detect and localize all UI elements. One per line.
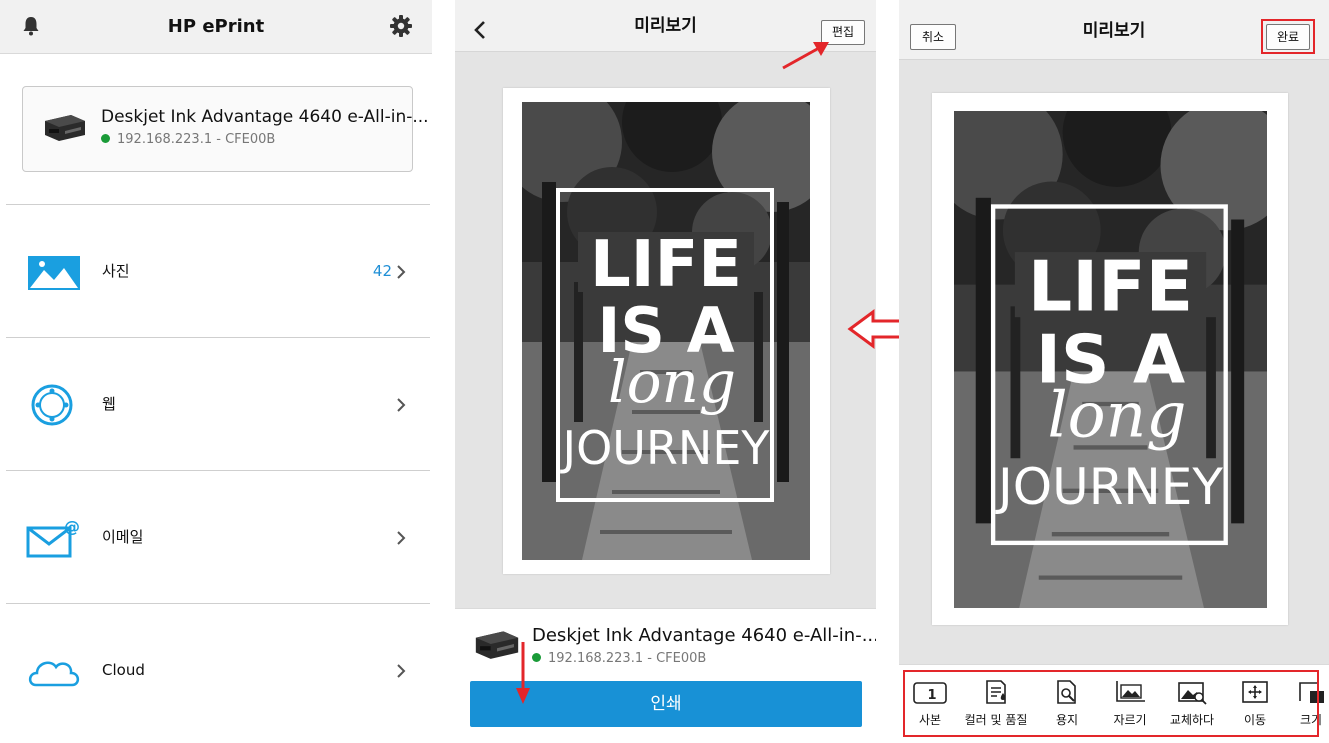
photo-count: 42 xyxy=(372,262,392,280)
menu-label-email: 이메일 xyxy=(102,528,144,546)
poster-photo: LIFE IS A long JOURNEY xyxy=(522,102,810,560)
menu-item-email[interactable]: @ 이메일 xyxy=(6,470,430,603)
poster-photo: LIFE IS A long JOURNEY xyxy=(954,111,1267,608)
poster-text-long: long xyxy=(608,348,736,416)
cloud-icon xyxy=(28,661,80,687)
app-title: HP ePrint xyxy=(167,16,265,37)
chevron-right-icon xyxy=(397,664,406,678)
menu-label-web: 웹 xyxy=(102,395,116,413)
email-icon: @ xyxy=(26,517,80,558)
gear-icon[interactable] xyxy=(390,15,412,37)
home-screen: HP ePrint Deskjet Ink Advantage 4640 e-A… xyxy=(0,0,432,743)
photo-icon xyxy=(28,256,80,290)
printer-name: Deskjet Ink Advantage 4640 e-All-in-... xyxy=(101,107,429,127)
web-globe-icon xyxy=(31,384,73,426)
toolbar-highlight xyxy=(903,670,1319,737)
edit-preview-page: LIFE IS A long JOURNEY xyxy=(932,93,1288,625)
preview-screen: 미리보기 편집 LIFE IS A long JOURNEY Deskjet I… xyxy=(455,0,876,743)
svg-text:@: @ xyxy=(64,517,80,536)
printer-status: 192.168.223.1 - CFE00B xyxy=(101,132,275,147)
menu-label-cloud: Cloud xyxy=(102,661,145,679)
chevron-right-icon xyxy=(397,531,406,545)
online-status-dot xyxy=(532,653,541,662)
edit-screen: 취소 미리보기 완료 LIFE IS A long JOURNEY 1 사본 컬… xyxy=(899,0,1329,743)
poster-text-long: long xyxy=(1048,379,1187,452)
printer-address: 192.168.223.1 - CFE00B xyxy=(117,132,276,147)
poster-image[interactable]: LIFE IS A long JOURNEY xyxy=(954,111,1267,608)
poster-text-life: LIFE xyxy=(1028,247,1193,328)
online-status-dot xyxy=(101,134,110,143)
print-preview-page: LIFE IS A long JOURNEY xyxy=(503,88,830,574)
annotation-arrow-icon xyxy=(782,42,829,70)
poster-image: LIFE IS A long JOURNEY xyxy=(522,102,810,560)
menu-item-photos[interactable]: 사진 42 xyxy=(6,204,430,337)
menu-item-cloud[interactable]: Cloud xyxy=(6,603,430,736)
menu-label-photos: 사진 xyxy=(102,262,130,280)
poster-text-journey: JOURNEY xyxy=(995,458,1223,516)
poster-text-journey: JOURNEY xyxy=(560,421,771,475)
poster-text-life: LIFE xyxy=(590,228,742,302)
done-button-highlight xyxy=(1261,19,1315,54)
annotation-arrow-icon xyxy=(516,642,530,704)
printer-status: 192.168.223.1 - CFE00B xyxy=(532,651,706,666)
chevron-right-icon xyxy=(397,398,406,412)
home-header: HP ePrint xyxy=(0,0,432,54)
menu-item-web[interactable]: 웹 xyxy=(6,337,430,470)
chevron-right-icon xyxy=(397,265,406,279)
printer-name[interactable]: Deskjet Ink Advantage 4640 e-All-in-... xyxy=(532,625,876,646)
printer-address: 192.168.223.1 - CFE00B xyxy=(548,651,707,666)
printer-icon xyxy=(45,115,85,141)
printer-card[interactable]: Deskjet Ink Advantage 4640 e-All-in-... … xyxy=(22,86,429,172)
